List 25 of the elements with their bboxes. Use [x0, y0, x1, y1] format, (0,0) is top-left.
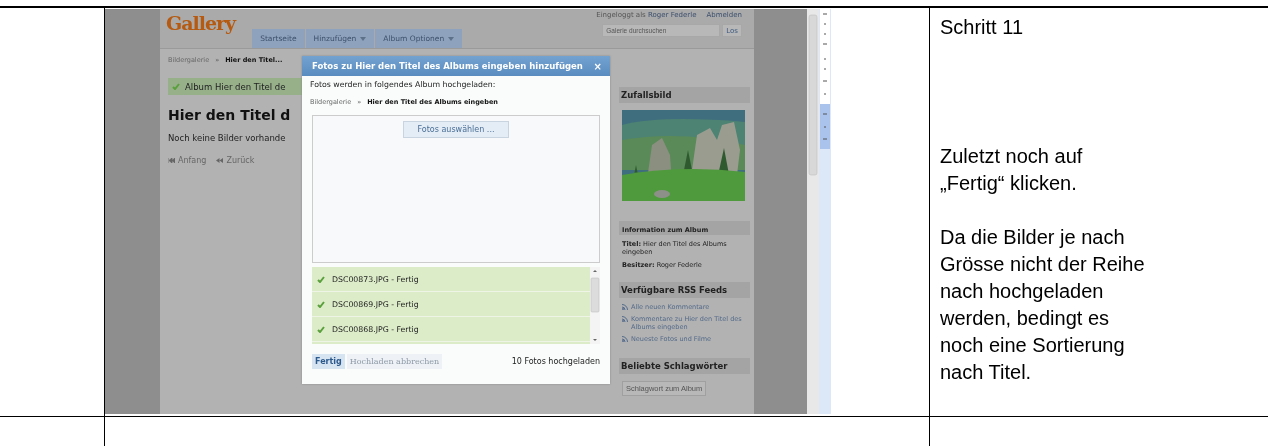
empty-text: Noch keine Bilder vorhande [168, 133, 287, 143]
rewind-icon [168, 158, 175, 163]
message-text: Album Hier den Titel de [185, 81, 286, 92]
done-button[interactable]: Fertig [312, 354, 345, 369]
step-title: Schritt 11 [940, 15, 1024, 40]
section-heading: Beliebte Schlagwörter [619, 358, 750, 374]
gallery-logo[interactable]: Gallery [166, 12, 236, 34]
close-button[interactable]: × [593, 60, 602, 72]
album-title: Hier den Titel d [168, 107, 292, 123]
dialog-title: Fotos zu Hier den Titel des Albums eingeben hinzufügen [312, 61, 583, 71]
check-icon [317, 300, 325, 308]
check-icon [172, 83, 180, 90]
rewind-icon [216, 158, 224, 163]
rss-icon [622, 336, 628, 342]
scroll-bar[interactable] [590, 267, 600, 344]
upload-status: 10 Fotos hochgeladen [511, 357, 600, 366]
check-icon [317, 325, 325, 333]
rss-icon [622, 316, 628, 322]
rss-icon [622, 304, 628, 310]
check-icon [317, 275, 325, 283]
instruction-text: Zuletzt noch auf „Fertig“ klicken. [940, 144, 1084, 196]
select-photos-button[interactable]: Fotos auswählen ... [403, 121, 509, 138]
section-heading: Verfügbare RSS Feeds [619, 282, 750, 298]
section-heading: Zufallsbild [619, 87, 750, 103]
instruction-text: Da die Bilder je nach Grösse nicht der Reihe nach hochgeladen werden, bedingt es noch eine Sortierung nach Titel. [940, 225, 1146, 385]
